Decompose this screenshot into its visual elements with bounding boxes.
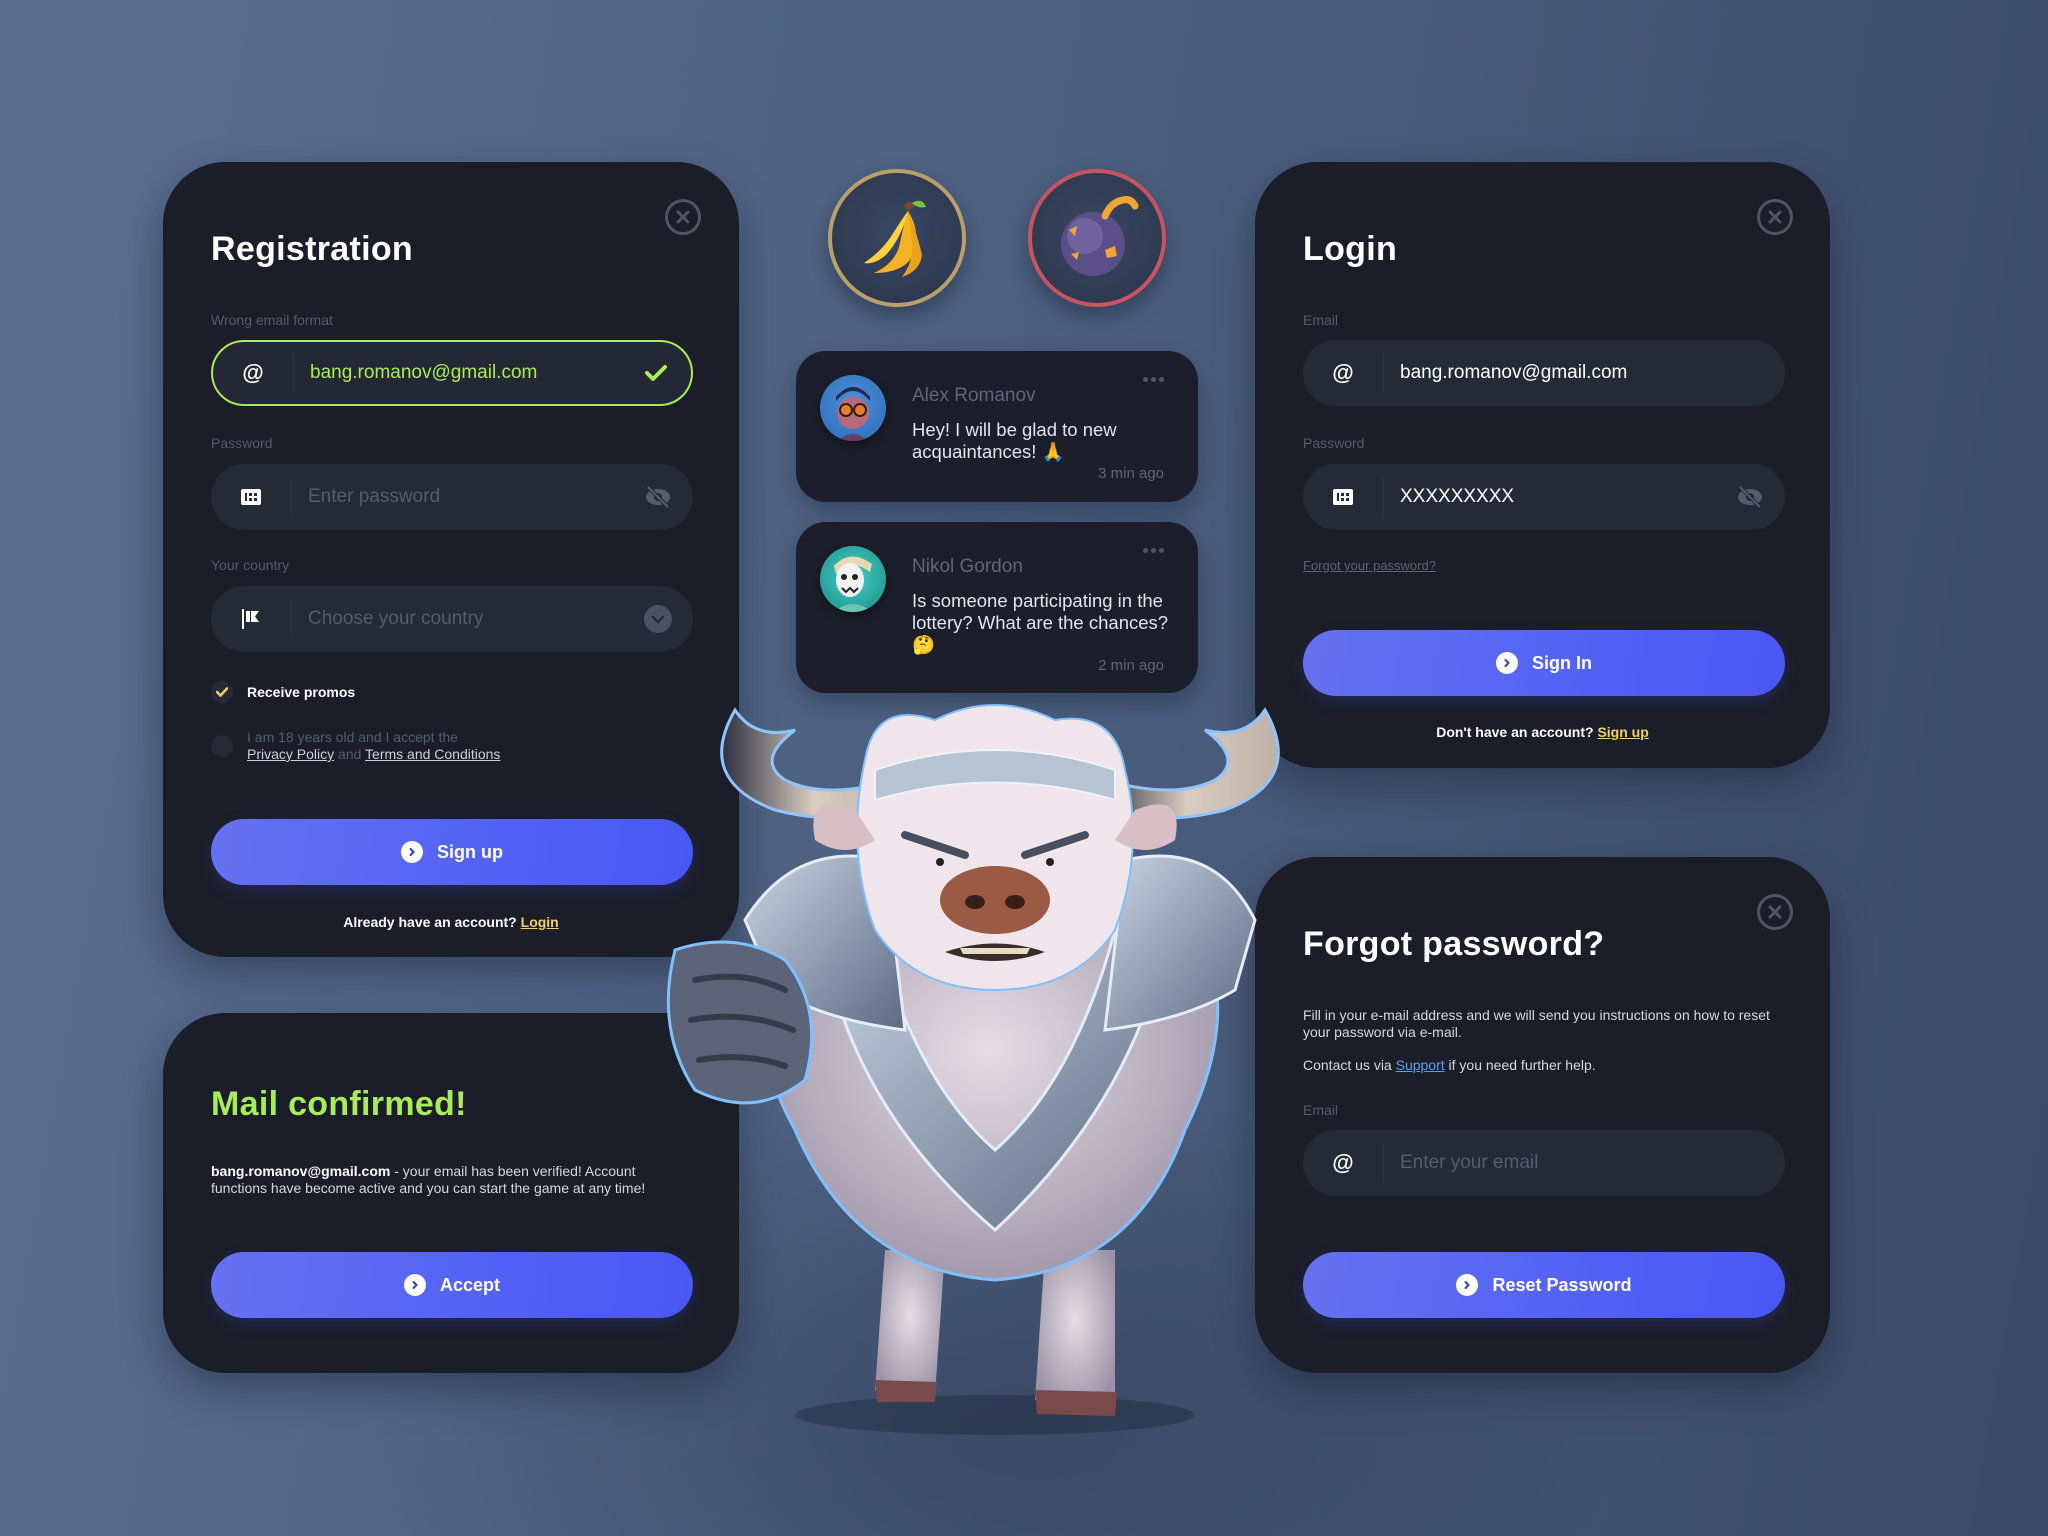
accept-button[interactable]: Accept: [211, 1252, 693, 1318]
avatar: [820, 546, 886, 612]
terms-conditions-link[interactable]: Terms and Conditions: [365, 746, 500, 762]
forgot-email-field[interactable]: @: [1303, 1130, 1785, 1196]
chat-message-text: Hey! I will be glad to new acquaintances…: [912, 419, 1117, 462]
registration-password-field[interactable]: [211, 464, 693, 530]
chevron-right-icon: [401, 841, 423, 863]
login-email-field[interactable]: @: [1303, 340, 1785, 406]
forgot-close-button[interactable]: [1757, 894, 1793, 930]
eye-off-icon[interactable]: [623, 464, 693, 530]
support-link[interactable]: Support: [1396, 1057, 1445, 1073]
chevron-down-icon[interactable]: [623, 586, 693, 652]
forgot-description: Fill in your e-mail address and we will …: [1303, 1007, 1770, 1040]
registration-password-input[interactable]: [292, 486, 623, 508]
login-link[interactable]: Login: [521, 914, 559, 930]
sign-up-link[interactable]: Sign up: [1597, 724, 1648, 740]
forgot-email-input[interactable]: [1384, 1152, 1785, 1174]
forgot-password-link[interactable]: Forgot your password?: [1303, 558, 1436, 573]
banana-token[interactable]: [828, 169, 966, 307]
reset-password-button[interactable]: Reset Password: [1303, 1252, 1785, 1318]
login-password-input[interactable]: [1384, 486, 1715, 508]
privacy-policy-link[interactable]: Privacy Policy: [247, 746, 334, 762]
check-icon: [621, 342, 691, 404]
registration-email-input[interactable]: [294, 362, 621, 384]
keypad-icon: [1303, 464, 1383, 530]
email-error-label: Wrong email format: [211, 312, 333, 328]
chevron-right-icon: [1496, 652, 1518, 674]
email-label: Email: [1303, 312, 1339, 328]
chat-message-card: Alex Romanov Hey! I will be glad to new …: [796, 351, 1198, 502]
check-icon: [216, 687, 228, 697]
eye-off-icon[interactable]: [1715, 464, 1785, 530]
login-footer-text: Don't have an account?: [1436, 724, 1594, 740]
at-icon: @: [242, 360, 264, 385]
password-label: Password: [211, 435, 273, 451]
sign-up-button[interactable]: Sign up: [211, 819, 693, 885]
login-password-field[interactable]: [1303, 464, 1785, 530]
terms-and: and: [338, 746, 362, 762]
country-placeholder: Choose your country: [308, 608, 484, 629]
promos-label: Receive promos: [247, 684, 356, 700]
accept-label: Accept: [439, 1274, 501, 1295]
chevron-right-icon: [403, 1274, 426, 1296]
chat-sender-name: Alex Romanov: [912, 385, 1036, 406]
bomb-icon: [1061, 196, 1139, 276]
bull-mascot-illustration: [666, 704, 1280, 1435]
avatar: [820, 375, 886, 441]
chat-message-card: Nikol Gordon Is someone participating in…: [796, 522, 1198, 693]
forgot-contact: Contact us via Support if you need furth…: [1303, 1057, 1783, 1074]
flag-icon: [211, 586, 291, 652]
login-title: Login: [1303, 230, 1398, 268]
promos-checkbox[interactable]: [211, 681, 233, 703]
forgot-title: Forgot password?: [1303, 925, 1605, 963]
confirmed-email: bang.romanov@gmail.com: [211, 1163, 391, 1179]
more-options-icon[interactable]: [1143, 548, 1164, 553]
registration-title: Registration: [211, 230, 413, 268]
sign-in-label: Sign In: [1532, 652, 1592, 673]
country-label: Your country: [211, 557, 290, 573]
more-options-icon[interactable]: [1143, 377, 1164, 382]
registration-email-field[interactable]: @: [211, 340, 693, 406]
mail-confirmed-card: Mail confirmed! bang.romanov@gmail.com -…: [163, 1013, 739, 1373]
banana-icon: [864, 200, 926, 277]
chat-timestamp: 3 min ago: [1098, 465, 1164, 482]
at-icon: @: [1332, 360, 1354, 385]
close-icon: [676, 210, 690, 224]
registration-footer: Already have an account? Login: [163, 914, 739, 930]
login-close-button[interactable]: [1757, 199, 1793, 235]
terms-text: I am 18 years old and I accept the Priva…: [247, 729, 500, 763]
terms-prefix: I am 18 years old and I accept the: [247, 729, 458, 745]
close-icon: [1768, 210, 1782, 224]
country-select[interactable]: Choose your country: [211, 586, 693, 652]
mail-confirmed-message: bang.romanov@gmail.com - your email has …: [211, 1163, 691, 1197]
mail-confirmed-title: Mail confirmed!: [211, 1085, 467, 1123]
chat-message-text: Is someone participating in the lottery?…: [912, 590, 1169, 655]
sign-up-label: Sign up: [437, 841, 503, 862]
promos-checkbox-row[interactable]: Receive promos: [211, 681, 355, 703]
terms-checkbox-row[interactable]: I am 18 years old and I accept the Priva…: [211, 729, 500, 763]
registration-close-button[interactable]: [665, 199, 701, 235]
login-card: Login Email @ Password Forgot your passw…: [1255, 162, 1830, 768]
sign-in-button[interactable]: Sign In: [1303, 630, 1785, 696]
terms-checkbox[interactable]: [211, 735, 233, 757]
registration-card: Registration Wrong email format @ Passwo…: [163, 162, 739, 957]
chat-sender-name: Nikol Gordon: [912, 556, 1023, 577]
chevron-right-icon: [1456, 1274, 1479, 1296]
reset-password-label: Reset Password: [1492, 1274, 1632, 1295]
registration-footer-text: Already have an account?: [343, 914, 517, 930]
contact-suffix: if you need further help.: [1448, 1057, 1596, 1073]
bomb-token[interactable]: [1028, 169, 1166, 307]
close-icon: [1768, 905, 1782, 919]
password-label: Password: [1303, 435, 1365, 451]
chat-timestamp: 2 min ago: [1098, 657, 1164, 674]
login-email-input[interactable]: [1384, 362, 1785, 384]
keypad-icon: [211, 464, 291, 530]
